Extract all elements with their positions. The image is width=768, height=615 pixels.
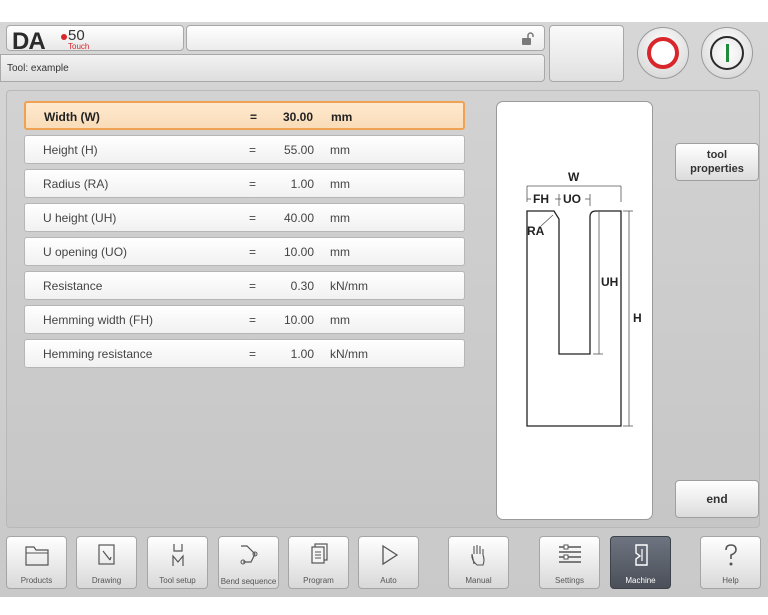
param-row-radius[interactable]: Radius (RA) = 1.00 mm [24, 169, 465, 198]
nav-label: Auto [380, 576, 397, 585]
param-equals: = [249, 347, 257, 361]
nav-auto[interactable]: Auto [358, 536, 419, 589]
tool-properties-label-1: tool [706, 149, 728, 161]
unlock-icon[interactable] [520, 32, 534, 46]
param-unit: mm [330, 245, 350, 259]
param-value: 30.00 [282, 110, 313, 124]
start-icon [710, 36, 744, 70]
param-label: U opening (UO) [43, 245, 128, 259]
nav-tool-setup[interactable]: Tool setup [147, 536, 208, 589]
param-value: 10.00 [283, 245, 314, 259]
nav-label: Program [303, 576, 334, 585]
logo-text: DA [12, 28, 46, 55]
start-button[interactable] [701, 27, 753, 79]
param-label: Resistance [43, 279, 103, 293]
nav-label: Manual [465, 576, 492, 585]
question-icon [725, 544, 737, 566]
param-label: U height (UH) [43, 211, 117, 225]
nav-program[interactable]: Program [288, 536, 349, 589]
dim-label-uo: UO [563, 192, 581, 206]
nav-manual[interactable]: Manual [448, 536, 509, 589]
dim-label-fh: FH [533, 192, 549, 206]
param-label: Hemming resistance [43, 347, 153, 361]
param-row-u-height[interactable]: U height (UH) = 40.00 mm [24, 203, 465, 232]
tool-properties-label-2: properties [690, 163, 744, 175]
nav-label: Bend sequence [220, 577, 277, 586]
hand-icon [471, 545, 485, 566]
program-pages-icon [311, 543, 328, 564]
param-equals: = [249, 279, 257, 293]
param-unit: mm [330, 211, 350, 225]
param-equals: = [249, 211, 257, 225]
param-unit: mm [331, 110, 353, 124]
param-unit: kN/mm [330, 279, 368, 293]
start-bar [726, 44, 729, 62]
tool-name-label: Tool: example [7, 63, 69, 74]
param-equals: = [249, 245, 257, 259]
stop-button[interactable] [637, 27, 689, 79]
tool-properties-button[interactable]: tool properties [675, 143, 759, 181]
param-label: Width (W) [44, 110, 100, 124]
nav-label: Help [722, 576, 739, 585]
dim-label-h: H [633, 311, 642, 325]
nav-label: Machine [625, 576, 656, 585]
param-label: Radius (RA) [43, 177, 109, 191]
bend-sequence-icon [240, 545, 258, 565]
param-row-resistance[interactable]: Resistance = 0.30 kN/mm [24, 271, 465, 300]
param-row-hemming-resistance[interactable]: Hemming resistance = 1.00 kN/mm [24, 339, 465, 368]
machine-icon [635, 544, 648, 566]
param-equals: = [249, 313, 257, 327]
blank-button[interactable] [549, 25, 624, 82]
param-row-height[interactable]: Height (H) = 55.00 mm [24, 135, 465, 164]
end-button[interactable]: end [675, 480, 759, 518]
nav-help[interactable]: Help [700, 536, 761, 589]
param-row-hemming-width[interactable]: Hemming width (FH) = 10.00 mm [24, 305, 465, 334]
nav-bend-sequence[interactable]: Bend sequence [218, 536, 279, 589]
stop-icon [647, 37, 679, 69]
title-field [186, 25, 545, 51]
nav-machine[interactable]: Machine [610, 536, 671, 589]
param-unit: mm [330, 143, 350, 157]
param-value: 0.30 [290, 279, 314, 293]
logo: DA 50 Touch [6, 25, 184, 55]
tool-diagram: W FH UO RA UH H [496, 101, 653, 520]
logo-subtitle: Touch [68, 42, 90, 51]
dim-label-ra: RA [527, 224, 545, 238]
tool-outline [526, 210, 622, 427]
param-label: Hemming width (FH) [43, 313, 154, 327]
param-equals: = [250, 110, 258, 124]
nav-label: Products [20, 576, 53, 585]
tool-name-bar: Tool: example [0, 54, 545, 82]
param-unit: mm [330, 177, 350, 191]
param-value: 55.00 [283, 143, 314, 157]
logo-dot [61, 34, 67, 40]
param-equals: = [249, 177, 257, 191]
param-row-u-opening[interactable]: U opening (UO) = 10.00 mm [24, 237, 465, 266]
pencil-icon [98, 544, 115, 565]
param-row-width[interactable]: Width (W) = 30.00 mm [24, 101, 465, 130]
dim-label-uh: UH [601, 275, 618, 289]
play-icon [382, 544, 399, 566]
tool-diagram-svg: W FH UO RA UH H [526, 170, 642, 427]
param-label: Height (H) [43, 143, 98, 157]
param-value: 10.00 [283, 313, 314, 327]
tool-setup-icon [172, 544, 184, 566]
param-unit: mm [330, 313, 350, 327]
tool-parameters-panel: Width (W) = 30.00 mm Height (H) = 55.00 … [6, 90, 760, 528]
nav-settings[interactable]: Settings [539, 536, 600, 589]
dim-label-w: W [568, 170, 580, 184]
nav-products[interactable]: Products [6, 536, 67, 589]
nav-label: Drawing [91, 576, 122, 585]
app-window: DA 50 Touch Tool: example Width (W) = 30… [0, 22, 768, 597]
settings-list-icon [559, 544, 581, 563]
param-unit: kN/mm [330, 347, 368, 361]
nav-drawing[interactable]: Drawing [76, 536, 137, 589]
nav-label: Settings [555, 576, 584, 585]
nav-label: Tool setup [159, 576, 196, 585]
folder-icon [25, 546, 49, 566]
param-equals: = [249, 143, 257, 157]
param-value: 1.00 [290, 177, 314, 191]
param-value: 1.00 [290, 347, 314, 361]
param-value: 40.00 [283, 211, 314, 225]
